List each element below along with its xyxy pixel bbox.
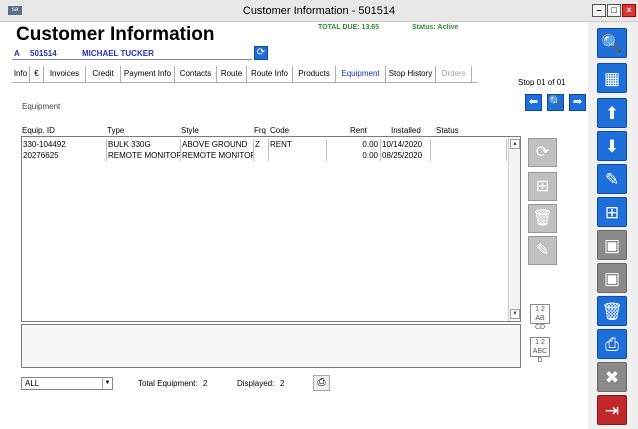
cell-equip-id: 330-104492 bbox=[22, 139, 107, 150]
close-window-button[interactable]: × bbox=[622, 4, 636, 17]
sort-alt-button[interactable]: 1 2 ABC D bbox=[530, 337, 550, 364]
search-stop-button[interactable]: 🔍 bbox=[547, 94, 564, 111]
window-titlebar: sa Customer Information - 501514 – □ × bbox=[0, 0, 638, 22]
column-header-code[interactable]: Code bbox=[270, 126, 289, 135]
tab-info[interactable]: Info bbox=[12, 66, 30, 82]
save-new-icon[interactable]: ▣ bbox=[597, 230, 627, 260]
cell-frq bbox=[254, 150, 269, 161]
tab-invoices[interactable]: Invoices bbox=[44, 66, 86, 82]
filter-select[interactable]: ALL ▼ bbox=[21, 377, 113, 390]
scroll-up-arrow[interactable]: ▲ bbox=[510, 139, 520, 149]
tab-payment-info[interactable]: Payment Info bbox=[121, 66, 175, 82]
tab-credit[interactable]: Credit bbox=[86, 66, 121, 82]
equipment-grid[interactable]: 330-104492 BULK 330G ABOVE GROUND Z RENT… bbox=[21, 136, 521, 322]
cell-type: BULK 330G bbox=[107, 139, 181, 150]
column-header-installed[interactable]: Installed bbox=[391, 126, 421, 135]
cell-frq: Z bbox=[254, 139, 269, 150]
tab-route[interactable]: Route bbox=[217, 66, 247, 82]
right-toolbar: 🔍 ▦ ⬆ ⬇ ✎ ⊞ ▣ ▣ 🗑 ⎙ ✖ ⇥ bbox=[590, 22, 638, 429]
customer-id: 501514 bbox=[30, 49, 57, 58]
status-label: Status: Active bbox=[412, 24, 459, 31]
filter-select-value: ALL bbox=[25, 379, 40, 388]
notes-area[interactable] bbox=[21, 324, 521, 368]
delete-icon[interactable]: 🗑 bbox=[597, 296, 627, 326]
print-list-button[interactable]: ⎙ bbox=[313, 375, 330, 391]
column-header-type[interactable]: Type bbox=[107, 126, 124, 135]
column-header-frq[interactable]: Frq bbox=[254, 126, 266, 135]
sort-ascending-button[interactable]: 1 2 AB CD bbox=[530, 304, 550, 331]
minimize-button[interactable]: – bbox=[592, 4, 606, 17]
arrow-down-icon[interactable]: ⬇ bbox=[597, 131, 627, 161]
edit-equipment-button[interactable]: ✎ bbox=[528, 236, 557, 265]
tab-products[interactable]: Products bbox=[293, 66, 336, 82]
new-document-icon[interactable]: ⊞ bbox=[597, 197, 627, 227]
window-title: Customer Information - 501514 bbox=[242, 5, 396, 17]
cell-installed: 10/14/2020 bbox=[381, 139, 431, 150]
tab-route-info[interactable]: Route Info bbox=[247, 66, 293, 82]
cell-rent: 0.00 bbox=[327, 150, 381, 161]
tab-contacts[interactable]: Contacts bbox=[175, 66, 217, 82]
cell-installed: 08/25/2020 bbox=[381, 150, 431, 161]
cell-style: ABOVE GROUND bbox=[181, 139, 254, 150]
tab-euro[interactable]: € bbox=[30, 66, 44, 82]
total-equipment-value: 2 bbox=[203, 379, 208, 388]
refresh-customer-button[interactable]: ⟳ bbox=[254, 46, 268, 60]
cell-rent: 0.00 bbox=[327, 139, 381, 150]
customer-line[interactable]: A 501514 MICHAEL TUCKER bbox=[12, 48, 252, 60]
displayed-value: 2 bbox=[280, 379, 285, 388]
column-header-style[interactable]: Style bbox=[181, 126, 199, 135]
tab-orders[interactable]: Orders bbox=[436, 66, 472, 82]
tab-stop-history[interactable]: Stop History bbox=[386, 66, 436, 82]
tab-equipment[interactable]: Equipment bbox=[336, 66, 386, 82]
delete-equipment-button[interactable]: 🗑 bbox=[528, 204, 557, 233]
sort-alt-top: 1 2 bbox=[535, 339, 545, 346]
exit-icon[interactable]: ⇥ bbox=[597, 395, 627, 425]
grid-view-icon[interactable]: ▦ bbox=[597, 63, 627, 93]
sort-ascending-bottom: AB CD bbox=[534, 315, 546, 331]
customer-type-code: A bbox=[14, 49, 20, 58]
cell-style: REMOTE MONITOR bbox=[182, 150, 254, 161]
customer-name: MICHAEL TUCKER bbox=[82, 49, 154, 58]
arrow-up-icon[interactable]: ⬆ bbox=[597, 98, 627, 128]
tab-divider bbox=[12, 82, 478, 83]
displayed-label: Displayed: bbox=[237, 379, 275, 388]
cell-type: REMOTE MONITOR bbox=[108, 150, 181, 161]
edit-icon[interactable]: ✎ bbox=[597, 164, 627, 194]
scroll-down-arrow[interactable]: ▼ bbox=[510, 309, 520, 319]
stop-indicator: Stop 01 of 01 bbox=[518, 78, 566, 87]
cell-equip-id: 20276625 bbox=[22, 150, 107, 161]
cell-status bbox=[431, 150, 507, 161]
sort-ascending-top: 1 2 bbox=[535, 306, 545, 313]
page-title: Customer Information bbox=[16, 24, 215, 45]
print-icon[interactable]: ⎙ bbox=[597, 329, 627, 359]
chevron-down-icon: ▼ bbox=[102, 378, 112, 389]
cell-code: RENT bbox=[269, 139, 327, 150]
save-icon[interactable]: ▣ bbox=[597, 263, 627, 293]
search-icon[interactable]: 🔍 bbox=[597, 28, 627, 58]
cell-status bbox=[431, 139, 507, 150]
main-panel: Customer Information TOTAL DUE: 13.65 St… bbox=[0, 22, 588, 429]
total-equipment-label: Total Equipment: bbox=[138, 379, 198, 388]
column-header-rent[interactable]: Rent bbox=[350, 126, 367, 135]
previous-stop-button[interactable]: ⬅ bbox=[525, 94, 542, 111]
total-due-label: TOTAL DUE: 13.65 bbox=[318, 24, 380, 31]
grid-scrollbar[interactable]: ▲ ▼ bbox=[508, 137, 520, 321]
refresh-list-button[interactable]: ⟳ bbox=[528, 138, 557, 167]
column-header-status[interactable]: Status bbox=[436, 126, 459, 135]
sort-alt-bottom: ABC D bbox=[532, 348, 548, 364]
column-header-equip-id[interactable]: Equip. ID bbox=[22, 126, 55, 135]
cancel-icon[interactable]: ✖ bbox=[597, 362, 627, 392]
section-label: Equipment bbox=[22, 102, 61, 111]
add-equipment-button[interactable]: ⊞ bbox=[528, 172, 557, 201]
next-stop-button[interactable]: ➡ bbox=[569, 94, 586, 111]
cell-code bbox=[269, 150, 327, 161]
maximize-button[interactable]: □ bbox=[607, 4, 621, 17]
